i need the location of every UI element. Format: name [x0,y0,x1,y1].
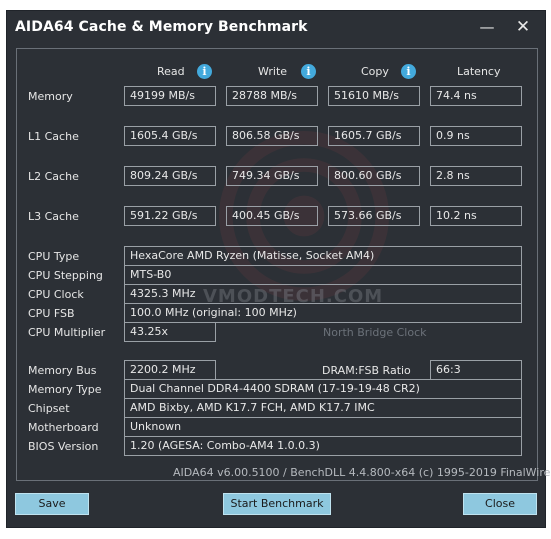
chipset-value: AMD Bixby, AMD K17.7 FCH, AMD K17.7 IMC [124,398,522,418]
cpu-fsb-value: 100.0 MHz (original: 100 MHz) [124,303,522,323]
cpu-type-label: CPU Type [28,250,80,263]
dram-fsb-ratio-label: DRAM:FSB Ratio [322,364,411,377]
dram-fsb-ratio-value: 66:3 [430,360,522,380]
row-label-l3-cache: L3 Cache [28,210,79,223]
bios-version-value: 1.20 (AGESA: Combo-AM4 1.0.0.3) [124,436,522,456]
cpu-multiplier-value: 43.25x [124,322,216,342]
cpu-type-value: HexaCore AMD Ryzen (Matisse, Socket AM4) [124,246,522,266]
version-footer: AIDA64 v6.00.5100 / BenchDLL 4.4.800-x64… [173,466,551,479]
memory-bus-value: 2200.2 MHz [124,360,216,380]
l2-write-value: 749.34 GB/s [226,166,318,186]
memory-bus-label: Memory Bus [28,364,97,377]
row-label-l1-cache: L1 Cache [28,130,79,143]
memory-read-value: 49199 MB/s [124,86,216,106]
chipset-label: Chipset [28,402,70,415]
memory-latency-value: 74.4 ns [430,86,522,106]
l2-read-value: 809.24 GB/s [124,166,216,186]
save-button[interactable]: Save [15,493,89,515]
column-write: Write [258,65,288,78]
minimize-icon[interactable]: — [469,13,505,41]
north-bridge-clock-label: North Bridge Clock [323,326,427,339]
close-button[interactable]: Close [463,493,537,515]
memory-copy-value: 51610 MB/s [328,86,420,106]
memory-write-value: 28788 MB/s [226,86,318,106]
start-benchmark-button[interactable]: Start Benchmark [223,493,331,515]
l2-latency-value: 2.8 ns [430,166,522,186]
close-icon[interactable]: ✕ [505,13,541,41]
bios-version-label: BIOS Version [28,440,99,453]
column-copy: Copy [361,65,389,78]
read-info-icon[interactable]: i [197,64,212,79]
row-label-l2-cache: L2 Cache [28,170,79,183]
copy-info-icon[interactable]: i [401,64,416,79]
cpu-stepping-label: CPU Stepping [28,269,103,282]
window-title: AIDA64 Cache & Memory Benchmark [15,19,308,35]
title-bar: AIDA64 Cache & Memory Benchmark — ✕ [7,11,545,45]
write-info-icon[interactable]: i [301,64,316,79]
cpu-fsb-label: CPU FSB [28,307,75,320]
l1-write-value: 806.58 GB/s [226,126,318,146]
memory-type-label: Memory Type [28,383,102,396]
cpu-clock-label: CPU Clock [28,288,84,301]
l3-write-value: 400.45 GB/s [226,206,318,226]
memory-type-value: Dual Channel DDR4-4400 SDRAM (17-19-19-4… [124,379,522,399]
l1-copy-value: 1605.7 GB/s [328,126,420,146]
cpu-stepping-value: MTS-B0 [124,265,522,285]
motherboard-value: Unknown [124,417,522,437]
motherboard-label: Motherboard [28,421,99,434]
l3-copy-value: 573.66 GB/s [328,206,420,226]
l1-read-value: 1605.4 GB/s [124,126,216,146]
benchmark-window: AIDA64 Cache & Memory Benchmark — ✕ VMOD… [6,10,551,528]
row-label-memory: Memory [28,90,73,103]
cpu-clock-value: 4325.3 MHz [124,284,522,304]
cpu-multiplier-label: CPU Multiplier [28,326,106,339]
column-latency: Latency [457,65,501,78]
l3-latency-value: 10.2 ns [430,206,522,226]
l2-copy-value: 800.60 GB/s [328,166,420,186]
l1-latency-value: 0.9 ns [430,126,522,146]
l3-read-value: 591.22 GB/s [124,206,216,226]
column-read: Read [157,65,185,78]
